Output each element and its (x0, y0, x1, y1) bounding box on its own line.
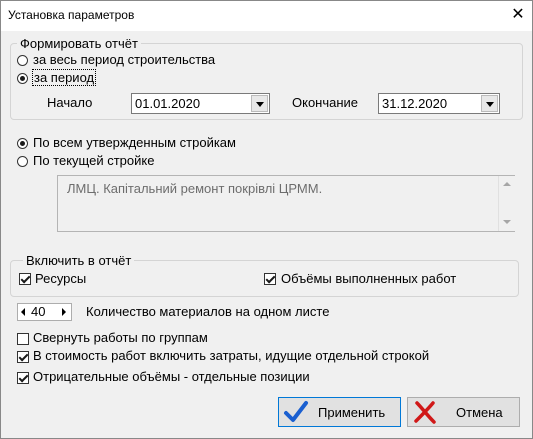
checkbox-volumes[interactable] (264, 273, 276, 285)
spin-decrease-icon[interactable] (21, 308, 25, 316)
radio-whole-period-label[interactable]: за весь период строительства (33, 52, 215, 67)
end-date-label: Окончание (292, 95, 359, 110)
cancel-button-label: Отмена (456, 405, 503, 420)
start-date-picker[interactable]: 01.01.2020 (131, 93, 270, 114)
memo-scrollbar[interactable] (498, 176, 515, 231)
radio-current-construction[interactable] (17, 156, 28, 167)
close-icon[interactable]: ✕ (505, 2, 531, 28)
checkbox-include-costs[interactable] (17, 351, 29, 363)
current-construction-memo[interactable]: ЛМЦ. Капітальний ремонт покрівлі ЦРММ. (57, 175, 515, 232)
radio-all-constructions[interactable] (17, 138, 28, 149)
checkbox-negative-volumes-label[interactable]: Отрицательные объёмы - отдельные позиции (33, 369, 310, 384)
current-construction-text: ЛМЦ. Капітальний ремонт покрівлі ЦРММ. (67, 181, 323, 196)
checkbox-volumes-label[interactable]: Объёмы выполненных работ (281, 271, 456, 286)
radio-for-period-label[interactable]: за период (32, 69, 97, 86)
apply-button-label: Применить (318, 405, 386, 420)
radio-current-construction-label[interactable]: По текущей стройке (33, 153, 154, 168)
end-date-value[interactable]: 31.12.2020 (382, 96, 447, 111)
checkbox-collapse-groups[interactable] (17, 333, 29, 345)
checkbox-include-costs-label[interactable]: В стоимость работ включить затраты, идущ… (33, 348, 429, 363)
chevron-down-icon[interactable] (481, 95, 498, 112)
checkbox-resources-label[interactable]: Ресурсы (35, 271, 86, 286)
checkbox-negative-volumes[interactable] (17, 372, 29, 384)
window-title: Установка параметров (8, 8, 135, 22)
apply-button[interactable]: Применить (278, 397, 401, 427)
scroll-down-icon[interactable] (503, 220, 511, 224)
radio-for-period[interactable] (17, 73, 28, 84)
checkmark-icon (284, 401, 308, 422)
end-date-picker[interactable]: 31.12.2020 (378, 93, 500, 114)
start-date-label: Начало (47, 95, 93, 110)
scroll-up-icon[interactable] (503, 182, 511, 186)
start-date-value[interactable]: 01.01.2020 (135, 96, 200, 111)
checkbox-collapse-groups-label[interactable]: Свернуть работы по группам (33, 330, 208, 345)
materials-count-label: Количество материалов на одном листе (86, 304, 330, 319)
cancel-button[interactable]: Отмена (407, 397, 520, 427)
materials-count-spinner[interactable]: 40 (17, 303, 72, 321)
spin-increase-icon[interactable] (62, 308, 66, 316)
chevron-down-icon[interactable] (251, 95, 268, 112)
radio-whole-period[interactable] (17, 55, 28, 66)
report-period-legend: Формировать отчёт (17, 36, 141, 51)
radio-all-constructions-label[interactable]: По всем утвержденным стройкам (33, 135, 236, 150)
include-legend: Включить в отчёт (23, 253, 135, 268)
checkbox-resources[interactable] (19, 273, 31, 285)
materials-count-value[interactable]: 40 (31, 304, 45, 319)
cross-icon (414, 401, 436, 424)
